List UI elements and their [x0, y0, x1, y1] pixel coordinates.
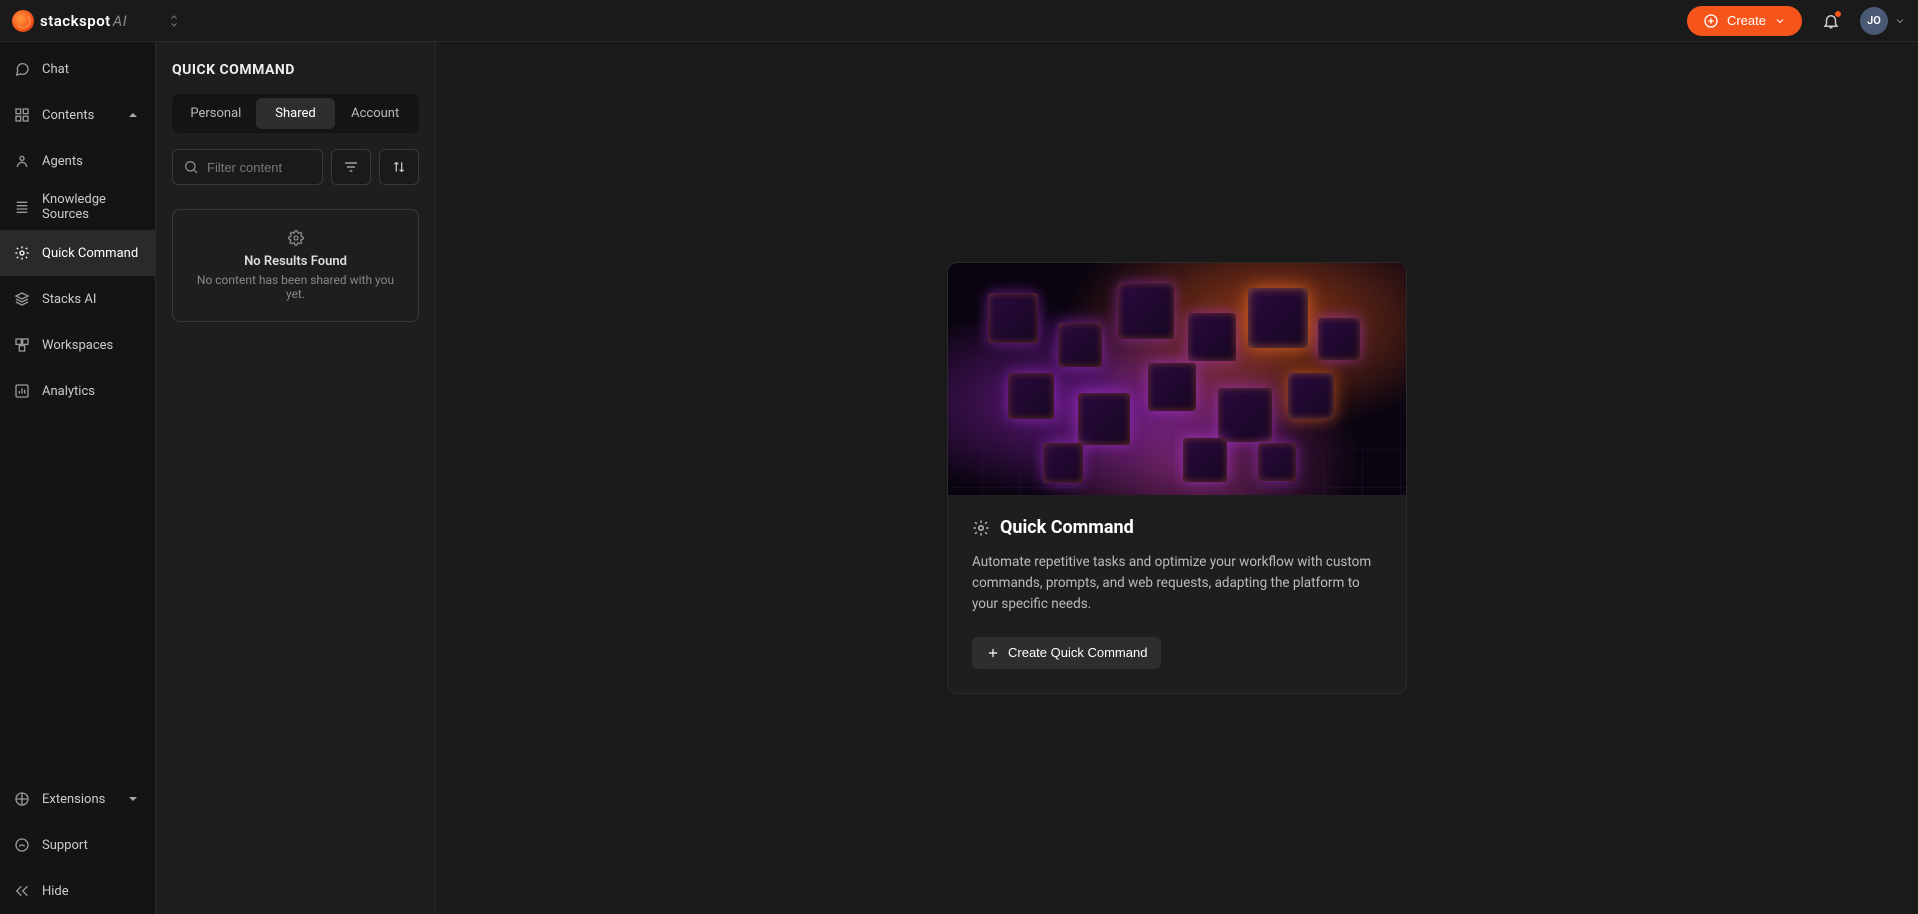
ext-icon: [14, 791, 30, 807]
sort-button[interactable]: [379, 149, 419, 185]
main-content: Quick Command Automate repetitive tasks …: [436, 42, 1918, 914]
topbar-right: Create JO: [1687, 6, 1906, 36]
panel-title: QUICK COMMAND: [172, 62, 419, 78]
sidebar-item-chat[interactable]: Chat: [0, 46, 155, 92]
sidebar-item-extensions[interactable]: Extensions: [0, 776, 155, 822]
sidebar-item-workspaces[interactable]: Workspaces: [0, 322, 155, 368]
create-button[interactable]: Create: [1687, 6, 1802, 36]
feature-title: Quick Command: [1000, 517, 1134, 538]
brand-name: stackspotAI: [40, 12, 127, 30]
workspaces-icon: [14, 337, 30, 353]
empty-title: No Results Found: [187, 254, 404, 269]
tab-personal[interactable]: Personal: [176, 98, 256, 129]
brand-logo[interactable]: stackspotAI: [12, 10, 180, 32]
sidebar-item-label: Extensions: [42, 792, 105, 807]
sidebar-item-label: Analytics: [42, 384, 95, 399]
sidebar-item-quick-command[interactable]: Quick Command: [0, 230, 155, 276]
sidebar-item-knowledge[interactable]: Knowledge Sources: [0, 184, 155, 230]
feature-body: Quick Command Automate repetitive tasks …: [948, 495, 1406, 693]
tab-account[interactable]: Account: [335, 98, 415, 129]
cta-label: Create Quick Command: [1008, 645, 1147, 660]
sidebar-item-label: Support: [42, 838, 88, 853]
brand-swap-icon[interactable]: [168, 15, 180, 27]
search-input[interactable]: [207, 160, 312, 175]
caret-up-icon: [125, 107, 141, 123]
plus-icon: [986, 646, 1000, 660]
hide-icon: [14, 883, 30, 899]
search-input-wrap[interactable]: [172, 149, 323, 185]
caret-down-icon: [125, 791, 141, 807]
sidebar-item-contents[interactable]: Contents: [0, 92, 155, 138]
create-quick-command-button[interactable]: Create Quick Command: [972, 637, 1161, 669]
sidebar-item-agents[interactable]: Agents: [0, 138, 155, 184]
notification-dot: [1834, 10, 1842, 18]
secondary-panel: QUICK COMMAND Personal Shared Account No…: [156, 42, 436, 914]
gear-icon: [187, 230, 404, 246]
empty-state: No Results Found No content has been sha…: [172, 209, 419, 322]
user-menu[interactable]: JO: [1860, 7, 1906, 35]
brand-suffix: AI: [113, 12, 127, 30]
sort-icon: [391, 159, 407, 175]
filter-icon: [343, 159, 359, 175]
chevron-down-icon: [1774, 15, 1786, 27]
brand-mark-icon: [12, 10, 34, 32]
sidebar-main-nav: Chat Contents Agents Knowledge Sources Q…: [0, 42, 155, 776]
sidebar-item-hide[interactable]: Hide: [0, 868, 155, 914]
sidebar-item-stacks-ai[interactable]: Stacks AI: [0, 276, 155, 322]
qc-icon: [14, 245, 30, 261]
filter-row: [172, 149, 419, 185]
sidebar-footer-nav: Extensions Support Hide: [0, 776, 155, 914]
sidebar-item-label: Chat: [42, 62, 69, 77]
grid-icon: [14, 107, 30, 123]
sidebar-item-support[interactable]: Support: [0, 822, 155, 868]
tab-shared[interactable]: Shared: [256, 98, 336, 129]
sidebar-item-label: Stacks AI: [42, 292, 96, 307]
brand-name-text: stackspot: [40, 12, 111, 30]
qc-icon: [972, 519, 990, 537]
layout: Chat Contents Agents Knowledge Sources Q…: [0, 42, 1918, 914]
analytics-icon: [14, 383, 30, 399]
sidebar: Chat Contents Agents Knowledge Sources Q…: [0, 42, 156, 914]
search-icon: [183, 159, 199, 175]
agents-icon: [14, 153, 30, 169]
create-button-label: Create: [1727, 13, 1766, 28]
sidebar-item-label: Hide: [42, 884, 69, 899]
feature-heading: Quick Command: [972, 517, 1382, 538]
sidebar-item-analytics[interactable]: Analytics: [0, 368, 155, 414]
chat-icon: [14, 61, 30, 77]
topbar: stackspotAI Create JO: [0, 0, 1918, 42]
avatar: JO: [1860, 7, 1888, 35]
scope-tabs: Personal Shared Account: [172, 94, 419, 133]
plus-circle-icon: [1703, 13, 1719, 29]
ks-icon: [14, 199, 30, 215]
sidebar-item-label: Quick Command: [42, 246, 138, 261]
empty-subtitle: No content has been shared with you yet.: [187, 273, 404, 301]
stacks-icon: [14, 291, 30, 307]
brand-logo-image: stackspotAI: [12, 10, 152, 32]
support-icon: [14, 837, 30, 853]
sidebar-item-label: Knowledge Sources: [42, 192, 141, 222]
feature-hero-image: [948, 263, 1406, 495]
feature-card: Quick Command Automate repetitive tasks …: [947, 262, 1407, 694]
notifications-button[interactable]: [1822, 12, 1840, 30]
sidebar-item-label: Contents: [42, 108, 94, 123]
feature-description: Automate repetitive tasks and optimize y…: [972, 552, 1382, 615]
sidebar-item-label: Agents: [42, 154, 83, 169]
sidebar-item-label: Workspaces: [42, 338, 113, 353]
chevron-down-icon: [1894, 15, 1906, 27]
filter-button[interactable]: [331, 149, 371, 185]
